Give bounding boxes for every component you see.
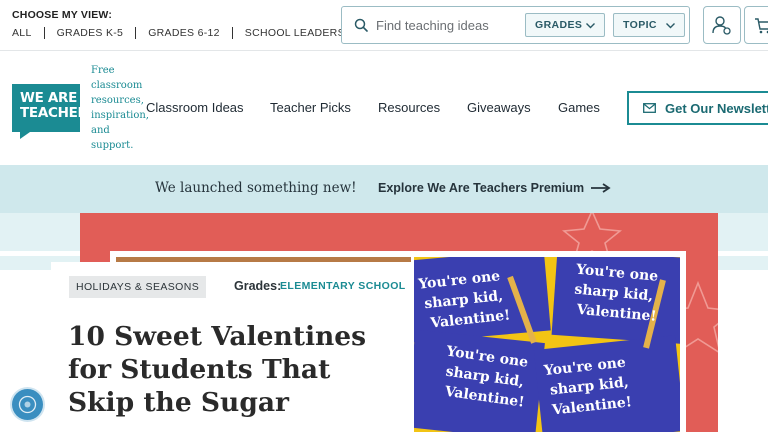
newsletter-button[interactable]: Get Our Newsletter: [627, 91, 768, 125]
view-link-grades-6-12[interactable]: GRADES 6-12: [135, 27, 232, 39]
cart-icon: [755, 18, 768, 34]
announcement-banner: We launched something new! Explore We Ar…: [0, 165, 768, 213]
topic-filter-dropdown[interactable]: TOPIC: [613, 13, 685, 37]
banner-text: We launched something new!: [155, 180, 357, 196]
view-link-grades-k5[interactable]: GRADES K-5: [43, 27, 136, 39]
grades-filter-label: GRADES: [535, 19, 583, 31]
grades-value[interactable]: ELEMENTARY SCHOOL: [280, 280, 406, 292]
utility-bar: CHOOSE MY VIEW: ALL GRADES K-5 GRADES 6-…: [0, 0, 768, 51]
premium-link-label: Explore We Are Teachers Premium: [378, 181, 585, 195]
search-icon[interactable]: [354, 18, 368, 32]
search-bar: GRADES TOPIC: [341, 6, 690, 44]
nav-item-resources[interactable]: Resources: [378, 100, 440, 115]
logo-line-2: TEACHERS: [20, 105, 98, 121]
logo-line-1: WE ARE: [20, 90, 78, 106]
grades-label: Grades:: [234, 279, 282, 293]
view-link-school-leaders[interactable]: SCHOOL LEADERS: [231, 27, 357, 39]
hero-photo[interactable]: You're one sharp kid, Valentine! You're …: [414, 257, 680, 432]
article-card[interactable]: HOLIDAYS & SEASONS Grades: ELEMENTARY SC…: [51, 262, 412, 432]
category-tag[interactable]: HOLIDAYS & SEASONS: [69, 276, 207, 298]
site-logo[interactable]: WE ARE TEACHERS: [12, 84, 98, 139]
chevron-down-icon: [666, 23, 675, 29]
valentine-cards-illustration: You're one sharp kid, Valentine! You're …: [414, 257, 680, 432]
search-input[interactable]: [376, 13, 526, 37]
nav-item-teacher-picks[interactable]: Teacher Picks: [270, 100, 351, 115]
help-button[interactable]: [12, 389, 43, 420]
cart-button[interactable]: [744, 6, 768, 44]
article-headline[interactable]: 10 Sweet Valentines for Students That Sk…: [68, 320, 398, 419]
chevron-down-icon: [586, 23, 595, 29]
premium-link[interactable]: Explore We Are Teachers Premium: [378, 181, 611, 195]
grades-filter-dropdown[interactable]: GRADES: [525, 13, 605, 37]
view-link-all[interactable]: ALL: [12, 27, 44, 39]
site-tagline: Free classroom resources, inspiration, a…: [91, 65, 149, 151]
newsletter-label: Get Our Newsletter: [665, 100, 768, 116]
arrow-right-icon: [591, 183, 611, 193]
nav-item-games[interactable]: Games: [558, 100, 600, 115]
user-settings-icon: [712, 16, 731, 35]
view-links: ALL GRADES K-5 GRADES 6-12 SCHOOL LEADER…: [12, 27, 357, 39]
mail-icon: [643, 103, 656, 113]
main-navigation: WE ARE TEACHERS Free classroom resources…: [0, 52, 768, 165]
nav-item-giveaways[interactable]: Giveaways: [467, 100, 531, 115]
help-icon: [18, 395, 37, 414]
nav-item-classroom-ideas[interactable]: Classroom Ideas: [146, 100, 244, 115]
account-button[interactable]: [703, 6, 741, 44]
topic-filter-label: TOPIC: [623, 19, 657, 31]
choose-view-title: CHOOSE MY VIEW:: [12, 9, 113, 21]
